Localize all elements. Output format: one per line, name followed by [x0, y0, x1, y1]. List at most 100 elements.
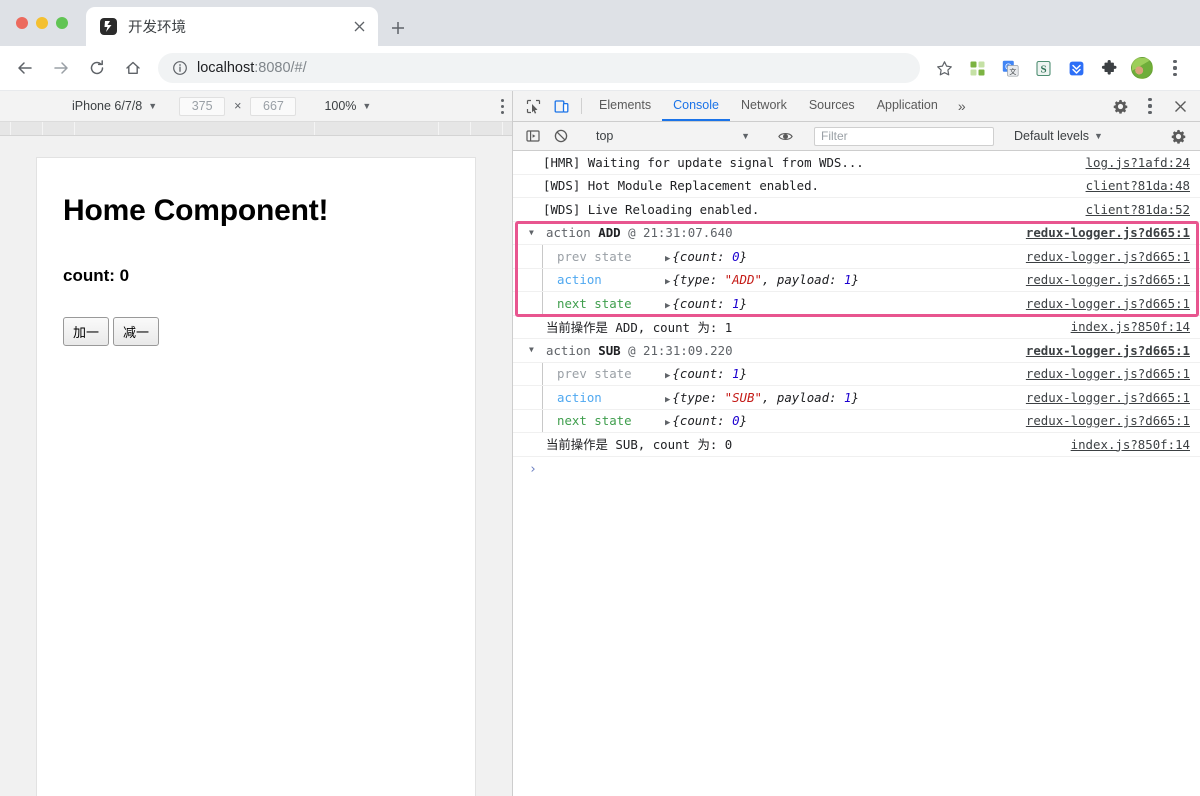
console-message[interactable]: 当前操作是 SUB, count 为: 0 index.js?850f:14: [513, 433, 1200, 457]
browser-window: 开发环境 localhost:8080/#/ 文 S iPhone 6/7/8 …: [0, 0, 1200, 796]
address-bar-url: localhost:8080/#/: [197, 60, 307, 76]
site-favicon: [100, 18, 117, 35]
console-source-link[interactable]: redux-logger.js?d665:1: [1010, 249, 1190, 264]
console-message-text: action ▶ {type: "ADD", payload: 1}: [557, 272, 859, 288]
group-indent-line: [542, 362, 543, 385]
puzzle-extensions-icon[interactable]: [1094, 53, 1124, 83]
collapse-group-icon[interactable]: ▼: [529, 228, 541, 237]
window-controls: [16, 17, 68, 29]
s-extension-icon[interactable]: S: [1028, 53, 1058, 83]
device-emulation-pane: iPhone 6/7/8 ▼ 375 × 667 100% ▼ Home Com…: [0, 91, 513, 796]
toggle-device-toolbar-icon[interactable]: [547, 91, 575, 121]
console-message[interactable]: [HMR] Waiting for update signal from WDS…: [513, 151, 1200, 175]
tab-network[interactable]: Network: [730, 91, 798, 121]
inspect-element-icon[interactable]: [519, 91, 547, 121]
address-bar[interactable]: localhost:8080/#/: [158, 53, 920, 83]
console-message[interactable]: ▼ action SUB @ 21:31:09.220 redux-logger.j…: [513, 339, 1200, 363]
increment-button[interactable]: 加一: [63, 317, 110, 346]
console-message[interactable]: next state ▶ {count: 1} redux-logger.js?d66…: [513, 292, 1200, 316]
console-source-link[interactable]: redux-logger.js?d665:1: [1010, 272, 1190, 287]
console-message[interactable]: action ▶ {type: "SUB", payload: 1} redux-lo…: [513, 386, 1200, 410]
svg-text:文: 文: [1009, 67, 1016, 76]
console-message-text: [HMR] Waiting for update signal from WDS…: [543, 154, 864, 170]
console-source-link[interactable]: redux-logger.js?d665:1: [1010, 413, 1190, 428]
console-message-text: next state ▶ {count: 0}: [557, 413, 748, 429]
device-name: iPhone 6/7/8: [72, 99, 143, 113]
execution-context-value: top: [596, 129, 614, 143]
tab-strip: 开发环境: [0, 0, 1200, 46]
reload-icon[interactable]: [82, 53, 112, 83]
live-expression-eye-icon[interactable]: [771, 129, 799, 144]
back-icon[interactable]: [10, 53, 40, 83]
profile-avatar[interactable]: [1127, 53, 1157, 83]
console-sidebar-toggle-icon[interactable]: [519, 129, 547, 143]
log-levels-selector[interactable]: Default levels ▼: [1014, 129, 1103, 143]
url-path: :8080/#/: [254, 60, 307, 76]
svg-text:S: S: [1040, 63, 1046, 75]
console-source-link[interactable]: index.js?850f:14: [1055, 319, 1190, 334]
tab-console[interactable]: Console: [662, 91, 730, 121]
device-selector[interactable]: iPhone 6/7/8 ▼: [72, 99, 157, 113]
device-more-options-icon[interactable]: [501, 98, 504, 114]
execution-context-selector[interactable]: top ▼: [588, 129, 758, 143]
console-source-link[interactable]: redux-logger.js?d665:1: [1010, 390, 1190, 405]
console-message[interactable]: prev state ▶ {count: 1} redux-logger.js?d66…: [513, 362, 1200, 386]
tab-application[interactable]: Application: [866, 91, 949, 121]
grid-apps-icon[interactable]: [962, 53, 992, 83]
console-source-link[interactable]: redux-logger.js?d665:1: [1010, 343, 1190, 358]
console-source-link[interactable]: redux-logger.js?d665:1: [1010, 366, 1190, 381]
console-source-link[interactable]: client?81da:52: [1070, 202, 1190, 217]
console-source-link[interactable]: index.js?850f:14: [1055, 437, 1190, 452]
browser-tab[interactable]: 开发环境: [86, 7, 378, 46]
decrement-button[interactable]: 减一: [113, 317, 160, 346]
bookmark-star-icon[interactable]: [929, 53, 959, 83]
google-translate-icon[interactable]: G文: [995, 53, 1025, 83]
console-message[interactable]: [WDS] Hot Module Replacement enabled. cli…: [513, 175, 1200, 198]
log-levels-value: Default levels: [1014, 129, 1090, 143]
zoom-value: 100%: [324, 99, 357, 113]
minimize-window-button[interactable]: [36, 17, 48, 29]
close-tab-icon[interactable]: [350, 18, 368, 36]
console-message[interactable]: action ▶ {type: "ADD", payload: 1} redux-lo…: [513, 268, 1200, 292]
device-emulation-toolbar: iPhone 6/7/8 ▼ 375 × 667 100% ▼: [0, 91, 512, 122]
console-source-link[interactable]: redux-logger.js?d665:1: [1010, 296, 1190, 311]
tab-sources[interactable]: Sources: [798, 91, 866, 121]
new-tab-button[interactable]: [386, 16, 410, 40]
console-message-text: prev state ▶ {count: 0}: [557, 248, 748, 264]
console-filter-input[interactable]: Filter: [814, 126, 994, 146]
page-title: Home Component!: [63, 194, 329, 227]
console-source-link[interactable]: log.js?1afd:24: [1070, 155, 1190, 170]
console-input-prompt[interactable]: ›: [513, 457, 1200, 483]
devtools-menu-icon[interactable]: [1136, 98, 1164, 114]
zoom-selector[interactable]: 100% ▼: [324, 99, 371, 113]
tab-elements[interactable]: Elements: [588, 91, 662, 121]
maximize-window-button[interactable]: [56, 17, 68, 29]
console-message[interactable]: ▼ action ADD @ 21:31:07.640 redux-logger.j…: [513, 222, 1200, 245]
emulated-page: Home Component! count: 0 加一 减一: [37, 158, 475, 796]
viewport-width-input[interactable]: 375: [179, 96, 226, 116]
chrome-menu-icon[interactable]: [1160, 53, 1190, 83]
clear-console-icon[interactable]: [547, 129, 575, 143]
content-split: iPhone 6/7/8 ▼ 375 × 667 100% ▼ Home Com…: [0, 91, 1200, 796]
viewport-height-input[interactable]: 667: [250, 96, 297, 116]
console-message-list[interactable]: [HMR] Waiting for update signal from WDS…: [513, 151, 1200, 796]
console-message[interactable]: 当前操作是 ADD, count 为: 1 index.js?850f:14: [513, 316, 1200, 339]
device-stage: Home Component! count: 0 加一 减一: [0, 136, 512, 796]
console-source-link[interactable]: client?81da:48: [1070, 178, 1190, 193]
devtools-tabbar: Elements Console Network Sources Applica…: [513, 91, 1200, 122]
close-window-button[interactable]: [16, 17, 28, 29]
download-extension-icon[interactable]: [1061, 53, 1091, 83]
settings-gear-icon[interactable]: [1106, 99, 1134, 114]
forward-icon[interactable]: [46, 53, 76, 83]
home-icon[interactable]: [118, 53, 148, 83]
collapse-group-icon[interactable]: ▼: [529, 346, 541, 354]
more-tabs-icon[interactable]: »: [949, 91, 975, 121]
close-devtools-icon[interactable]: [1166, 100, 1194, 113]
site-info-icon[interactable]: [172, 60, 188, 76]
console-message-text: action ▶ {type: "SUB", payload: 1}: [557, 389, 859, 405]
console-message[interactable]: [WDS] Live Reloading enabled. client?81da…: [513, 198, 1200, 222]
console-source-link[interactable]: redux-logger.js?d665:1: [1010, 225, 1190, 240]
console-settings-gear-icon[interactable]: [1164, 129, 1192, 144]
console-message[interactable]: prev state ▶ {count: 0} redux-logger.js?d66…: [513, 245, 1200, 269]
console-message[interactable]: next state ▶ {count: 0} redux-logger.js?d66…: [513, 409, 1200, 433]
